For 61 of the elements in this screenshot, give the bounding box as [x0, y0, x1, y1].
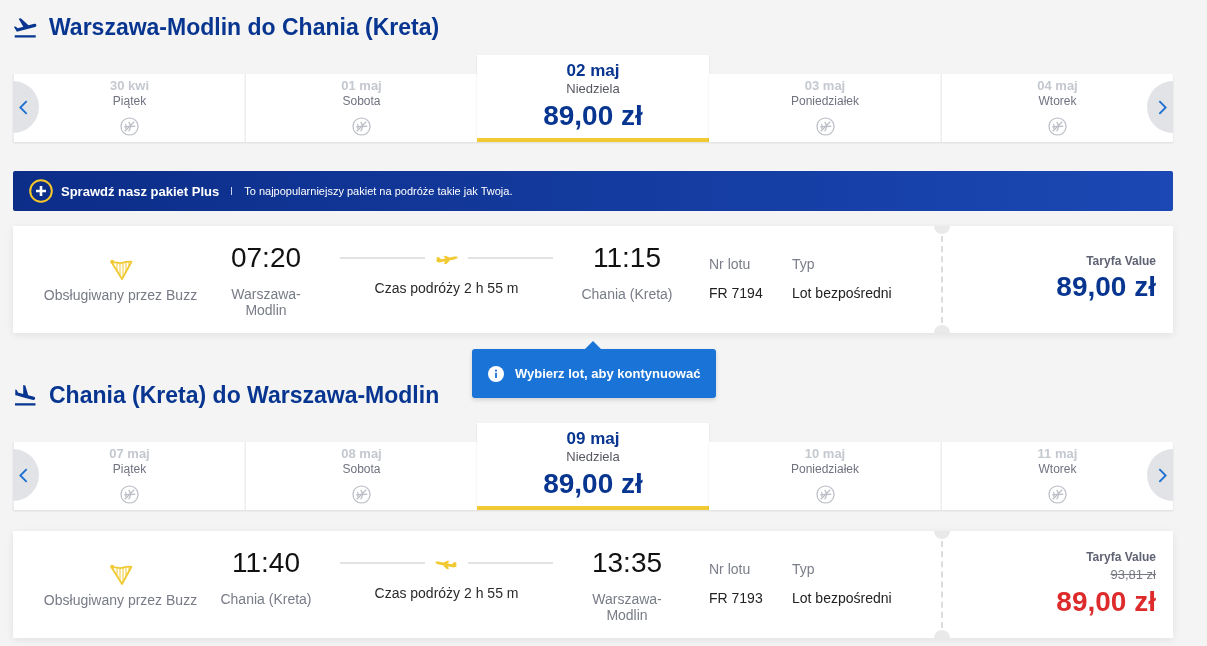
- flight-card[interactable]: Obsługiwany przez Buzz 11:40 Chania (Kreta) Czas podróży 2 h 55 m 13:35 Warszawa-Modlin Nr lotu FR 7193 Typ Lot bezpośredni Taryfa Value 93,81 zł 89,00 zł: [13, 531, 1173, 638]
- duration-text: Czas podróży 2 h 55 m: [374, 280, 519, 296]
- flight-number: FR 7194: [709, 285, 763, 301]
- date-tab[interactable]: 10 maj Poniedziałek: [709, 442, 941, 510]
- departure-airport: Chania (Kreta): [220, 591, 312, 607]
- operator-text: Obsługiwany przez Buzz: [43, 592, 198, 608]
- arrival-time: 11:15: [593, 242, 661, 274]
- arrival-airport: Chania (Kreta): [581, 286, 673, 302]
- flight-type-label: Typ: [792, 561, 815, 577]
- chevron-right-icon: [1158, 467, 1167, 483]
- harp-icon: [108, 562, 133, 586]
- flight-card[interactable]: Obsługiwany przez Buzz 07:20 Warszawa-Modlin Czas podróży 2 h 55 m 11:15 Chania (Kreta) Nr lotu FR 7194 Typ Lot bezpośredni Taryfa Value 89,00 zł: [13, 226, 1173, 333]
- duration-text: Czas podróży 2 h 55 m: [374, 585, 519, 601]
- no-flights-icon: [352, 117, 371, 136]
- fare-price: 89,00 zł: [1056, 585, 1156, 618]
- no-flights-icon: [120, 117, 139, 136]
- arrival-time: 13:35: [591, 547, 663, 579]
- date-tab[interactable]: 03 maj Poniedziałek: [709, 74, 941, 142]
- date-tab[interactable]: 02 maj Niedziela 89,00 zł: [477, 55, 709, 142]
- chevron-left-icon: [19, 99, 28, 115]
- route-heading: Chania (Kreta) do Warszawa-Modlin: [49, 381, 440, 410]
- fare-price: 89,00 zł: [1056, 271, 1156, 303]
- flight-type: Lot bezpośredni: [792, 285, 892, 301]
- fare-name: Taryfa Value: [1086, 254, 1156, 268]
- no-flights-icon: [1048, 117, 1067, 136]
- flight-type: Lot bezpośredni: [792, 590, 892, 606]
- route-heading: Warszawa-Modlin do Chania (Kreta): [49, 13, 440, 42]
- no-flights-icon: [815, 117, 835, 136]
- promo-banner[interactable]: Sprawdź nasz pakiet Plus To najpopularniejszy pakiet na podróże takie jak Twoja.: [13, 171, 1173, 211]
- date-tab[interactable]: 01 maj Sobota: [245, 74, 477, 142]
- no-flights-icon: [352, 485, 371, 504]
- notice-text: Wybierz lot, aby kontynuować: [515, 366, 701, 381]
- date-tab[interactable]: 08 maj Sobota: [245, 442, 477, 510]
- date-tab[interactable]: 09 maj Niedziela 89,00 zł: [477, 423, 709, 510]
- flight-number-label: Nr lotu: [709, 561, 751, 577]
- departure-airport: Warszawa-Modlin: [230, 286, 302, 318]
- no-flights-icon: [120, 485, 139, 504]
- plus-icon: [29, 179, 53, 203]
- date-tab[interactable]: 07 maj Piątek: [13, 442, 245, 510]
- info-icon: [488, 365, 504, 382]
- date-tab[interactable]: 30 kwi Piątek: [13, 74, 245, 142]
- flight-number-label: Nr lotu: [709, 256, 751, 272]
- date-tab[interactable]: 11 maj Wtorek: [941, 442, 1173, 510]
- takeoff-icon: [14, 16, 37, 38]
- departure-time: 11:40: [232, 547, 300, 579]
- chevron-left-icon: [19, 467, 28, 483]
- chevron-right-icon: [1158, 99, 1167, 115]
- landing-icon: [14, 384, 37, 406]
- no-flights-icon: [1048, 485, 1067, 504]
- operator-text: Obsługiwany przez Buzz: [43, 287, 198, 303]
- date-tab[interactable]: 04 maj Wtorek: [941, 74, 1173, 142]
- no-flights-icon: [815, 485, 835, 504]
- banner-title: Sprawdź nasz pakiet Plus: [61, 183, 220, 199]
- flight-number: FR 7193: [709, 590, 763, 606]
- banner-text: To najpopularniejszy pakiet na podróże takie jak Twoja.: [244, 185, 513, 197]
- flight-type-label: Typ: [792, 256, 815, 272]
- old-price: 93,81 zł: [1110, 566, 1156, 583]
- departure-time: 07:20: [230, 242, 302, 274]
- fare-name: Taryfa Value: [1086, 549, 1156, 564]
- harp-icon: [108, 257, 133, 281]
- arrival-airport: Warszawa-Modlin: [591, 591, 663, 623]
